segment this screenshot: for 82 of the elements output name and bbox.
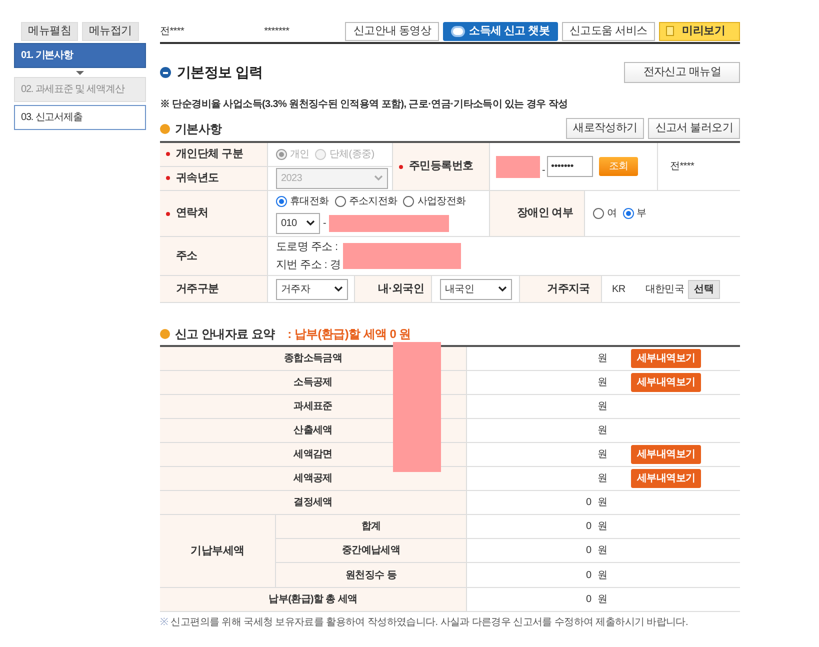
row-label: 중간예납세액 <box>342 544 400 558</box>
button[interactable]: 신고서 불러오기 <box>648 118 740 139</box>
unit-text: 원 <box>597 593 607 607</box>
unit-text: 원 <box>597 448 607 462</box>
field-label: 장애인 여부 <box>516 206 574 222</box>
select-field[interactable]: 거주자 <box>276 278 348 300</box>
row-label: 합계 <box>361 520 381 534</box>
address-label: 지번 주소 : 경 <box>276 258 341 273</box>
field-label: 주민등록번호 <box>409 159 474 174</box>
result-text: : 납부(환급)할 세액 0 원 <box>288 326 411 343</box>
unit-text: 원 <box>597 376 607 390</box>
chevron-down-icon <box>498 286 507 292</box>
step-tab[interactable]: 01. 기본사항 <box>14 43 146 68</box>
user-name: 전**** <box>160 24 184 38</box>
notice-text: ※ 단순경비율 사업소득(3.3% 원천징수된 인적용역 포함), 근로·연금·기타소득이 있는 경우 작성 <box>160 98 569 112</box>
row-label: 소득공제 <box>294 376 332 390</box>
menu-button[interactable]: 메뉴펼침 <box>21 22 78 41</box>
field-label: 귀속년도 <box>176 171 219 186</box>
footnote-text: 신고편의를 위해 국세청 보유자료를 활용하여 작성하였습니다. 사실과 다른경우 신고서를 수정하여 제출하시기 바랍니다. <box>170 616 688 630</box>
radio-option[interactable]: 휴대전화 <box>276 194 329 208</box>
field-label: 주소 <box>176 248 198 264</box>
field-label: 거주구분 <box>176 282 219 297</box>
step-tab[interactable]: 03. 신고서제출 <box>14 105 146 130</box>
field-label: 거주지국 <box>547 282 590 297</box>
unit-text: 원 <box>597 400 607 414</box>
amount-text: 0 <box>586 520 592 534</box>
unit-text: 원 <box>597 520 607 534</box>
unit-text: 원 <box>597 472 607 486</box>
unit-text: 원 <box>597 352 607 366</box>
unit-text: 원 <box>597 544 607 558</box>
chevron-down-icon <box>374 175 383 182</box>
radio-option[interactable]: 주소지전화 <box>334 194 398 208</box>
row-label: 세액공제 <box>294 472 332 486</box>
row-label: 종합소득금액 <box>284 352 342 366</box>
field-label: 내·외국인 <box>378 282 424 297</box>
page-title: 기본정보 입력 <box>177 63 263 82</box>
bullet-icon <box>160 124 170 134</box>
amount-text: 0 <box>586 544 592 558</box>
note-mark: ※ <box>160 616 168 630</box>
masked-text: ******* <box>264 24 290 38</box>
amount-text: 0 <box>586 496 592 510</box>
top-button[interactable]: 신고안내 동영상 <box>345 22 440 40</box>
row-label: 세액감면 <box>294 448 332 462</box>
row-label: 기납부세액 <box>190 544 244 559</box>
amount-text: 0 <box>586 568 592 582</box>
row-label: 산출세액 <box>294 424 332 438</box>
radio-option[interactable]: 부 <box>622 206 646 221</box>
amount-text: 0 <box>586 593 592 607</box>
row-label: 납부(환급)할 총 세액 <box>268 593 358 607</box>
password-field[interactable]: ••••••• <box>547 156 594 177</box>
row-label: 결정세액 <box>294 496 332 510</box>
chevron-down-icon <box>334 286 343 292</box>
section-title: 신고 안내자료 요약 <box>175 326 275 343</box>
dash-text: - <box>542 164 546 178</box>
unit-text: 원 <box>597 496 607 510</box>
field-label: 개인단체 구분 <box>176 147 243 162</box>
preview-button[interactable]: 미리보기 <box>659 22 740 40</box>
menu-button[interactable]: 메뉴접기 <box>82 22 139 41</box>
select-field[interactable]: 010 <box>276 212 320 234</box>
select-field[interactable]: 내국인 <box>440 278 512 300</box>
document-icon <box>666 26 674 36</box>
name-text: 전**** <box>670 160 694 174</box>
field-label: 연락처 <box>176 206 208 222</box>
button[interactable]: 전자신고 매뉴얼 <box>624 62 740 83</box>
select-button[interactable]: 선택 <box>688 280 720 298</box>
unit-text: 원 <box>597 424 607 438</box>
radio-option[interactable]: 여 <box>593 206 617 221</box>
section-title: 기본사항 <box>175 120 222 138</box>
radio-option[interactable]: 사업장전화 <box>403 194 466 208</box>
bullet-icon <box>160 329 170 339</box>
redaction-block <box>496 156 540 178</box>
button[interactable]: 새로작성하기 <box>566 118 644 139</box>
address-label: 도로명 주소 : <box>276 240 339 254</box>
chevron-down-icon <box>306 220 315 226</box>
dash-text: - <box>323 216 326 230</box>
unit-text: 원 <box>597 568 607 582</box>
country-code: KR <box>612 282 626 296</box>
country-name: 대한민국 <box>645 282 684 296</box>
chatbot-button[interactable]: 소득세 신고 챗봇 <box>443 22 558 40</box>
row-label: 원천징수 등 <box>346 568 396 582</box>
row-label: 과세표준 <box>294 400 332 414</box>
top-button[interactable]: 신고도움 서비스 <box>562 22 656 40</box>
